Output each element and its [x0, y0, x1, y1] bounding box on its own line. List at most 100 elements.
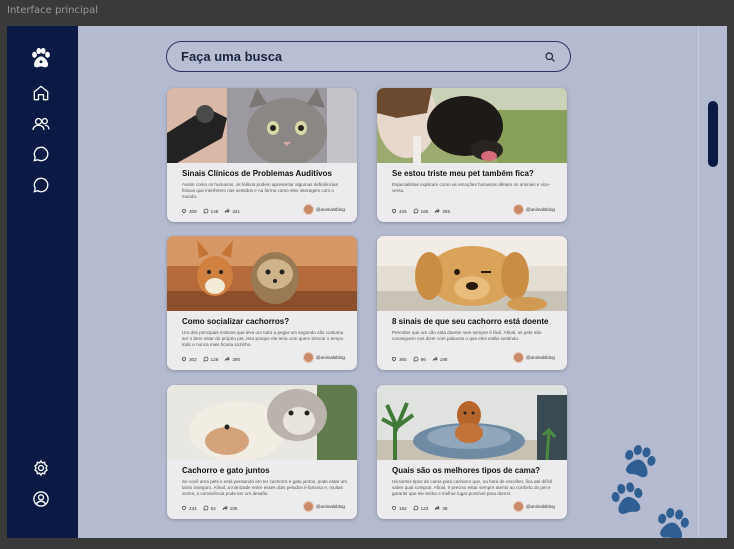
likes-stat[interactable]: 234 — [181, 505, 197, 511]
article-stats: 152 123 38 — [391, 505, 447, 511]
article-title[interactable]: Como socializar cachorros? — [182, 317, 347, 326]
shares-count: 106 — [229, 505, 238, 511]
article-stats: 302 126 390 — [181, 356, 240, 362]
chat-icon[interactable] — [30, 143, 52, 165]
shares-count: 188 — [439, 356, 448, 362]
article-image-woman-dog — [377, 88, 567, 163]
article-excerpt: Assim como os humanos, os felinos podem … — [182, 182, 338, 199]
article-card[interactable]: 8 sinais de que seu cachorro está doente… — [377, 236, 567, 370]
shares-stat[interactable]: 285 — [434, 208, 450, 214]
article-stats: 426 160 285 — [391, 208, 450, 214]
comments-stat[interactable]: 148 — [203, 208, 219, 214]
comments-count: 123 — [420, 505, 429, 511]
likes-stat[interactable]: 309 — [181, 208, 197, 214]
share-icon — [435, 208, 441, 214]
shares-count: 285 — [442, 208, 451, 214]
user-profile-icon[interactable] — [30, 488, 52, 510]
avatar — [512, 501, 524, 512]
article-card[interactable]: Quais são os melhores tipos de cama? Há … — [377, 385, 567, 519]
window-frame: Interface principal Faça uma busca Sinai… — [0, 0, 734, 549]
shares-stat[interactable]: 390 — [224, 356, 240, 362]
share-icon — [435, 505, 441, 511]
window-title: Interface principal — [7, 5, 99, 16]
search-input[interactable] — [181, 49, 544, 64]
likes-count: 309 — [189, 208, 197, 214]
author[interactable]: @animalsblog — [302, 501, 345, 512]
likes-stat[interactable]: 365 — [391, 356, 407, 362]
author-handle: @animalsblog — [315, 504, 345, 509]
article-excerpt: Há tantos tipos de cama para cachorro qu… — [392, 479, 553, 496]
comment-icon — [203, 208, 209, 214]
search-bar[interactable] — [166, 41, 571, 72]
sidebar — [7, 26, 78, 538]
likes-count: 426 — [399, 208, 407, 214]
avatar — [512, 204, 524, 215]
share-icon — [225, 208, 231, 214]
scrollbar-thumb[interactable] — [708, 101, 718, 167]
heart-icon — [391, 506, 397, 511]
article-image-dog-bed — [377, 385, 567, 460]
comments-count: 148 — [210, 208, 219, 214]
comments-count: 126 — [210, 356, 219, 362]
article-image-two-dogs — [167, 236, 357, 311]
share-icon — [222, 505, 228, 511]
comments-stat[interactable]: 126 — [203, 356, 219, 362]
comments-count: 96 — [420, 356, 426, 362]
share-icon — [225, 356, 231, 362]
comments-stat[interactable]: 160 — [413, 208, 429, 214]
shares-stat[interactable]: 188 — [432, 356, 448, 362]
author[interactable]: @animalsblog — [302, 204, 345, 215]
article-title[interactable]: Quais são os melhores tipos de cama? — [392, 466, 557, 475]
comments-count: 160 — [420, 208, 429, 214]
paw-prints-decoration-icon — [611, 445, 689, 538]
shares-stat[interactable]: 106 — [222, 505, 238, 511]
avatar — [302, 352, 314, 363]
likes-stat[interactable]: 302 — [181, 356, 197, 362]
article-title[interactable]: 8 sinais de que seu cachorro está doente — [392, 317, 557, 326]
shares-stat[interactable]: 38 — [434, 505, 447, 511]
comments-stat[interactable]: 96 — [413, 356, 426, 362]
comments-stat[interactable]: 52 — [203, 505, 216, 511]
article-card[interactable]: Como socializar cachorros? Um dos princi… — [167, 236, 357, 370]
author[interactable]: @animalsblog — [512, 501, 555, 512]
article-card[interactable]: Sinais Clínicos de Problemas Auditivos A… — [167, 88, 357, 222]
author-handle: @animalsblog — [315, 207, 345, 212]
heart-icon — [391, 357, 397, 362]
avatar — [302, 501, 314, 512]
article-excerpt: Um dos principais motivos que leva um tu… — [182, 330, 344, 347]
shares-count: 38 — [442, 505, 448, 511]
article-stats: 234 52 106 — [181, 505, 237, 511]
heart-icon — [181, 506, 187, 511]
paw-logo-icon[interactable] — [28, 45, 54, 71]
users-icon[interactable] — [30, 113, 52, 135]
home-icon[interactable] — [30, 82, 52, 104]
article-stats: 309 148 341 — [181, 208, 240, 214]
gear-icon[interactable] — [30, 457, 52, 479]
shares-stat[interactable]: 341 — [224, 208, 240, 214]
shares-count: 341 — [232, 208, 241, 214]
avatar — [512, 352, 524, 363]
article-title[interactable]: Sinais Clínicos de Problemas Auditivos — [182, 169, 347, 178]
author-handle: @animalsblog — [525, 355, 555, 360]
comment-icon — [413, 505, 419, 511]
author[interactable]: @animalsblog — [512, 204, 555, 215]
likes-count: 234 — [189, 505, 197, 511]
likes-count: 302 — [189, 356, 197, 362]
article-card[interactable]: Se estou triste meu pet também fica? Esp… — [377, 88, 567, 222]
shares-count: 390 — [232, 356, 241, 362]
author[interactable]: @animalsblog — [302, 352, 345, 363]
article-title[interactable]: Se estou triste meu pet também fica? — [392, 169, 557, 178]
search-icon[interactable] — [544, 51, 556, 63]
article-image-golden-puppy — [377, 236, 567, 311]
article-image-dog-and-cat — [167, 385, 357, 460]
likes-stat[interactable]: 426 — [391, 208, 407, 214]
message-icon[interactable] — [30, 174, 52, 196]
comment-icon — [413, 356, 419, 362]
article-title[interactable]: Cachorro e gato juntos — [182, 466, 347, 475]
article-card[interactable]: Cachorro e gato juntos Se você ama pets … — [167, 385, 357, 519]
author[interactable]: @animalsblog — [512, 352, 555, 363]
likes-stat[interactable]: 152 — [391, 505, 407, 511]
article-excerpt: Especialistas explicam como as emoções h… — [392, 182, 551, 193]
comments-stat[interactable]: 123 — [413, 505, 429, 511]
likes-count: 152 — [399, 505, 407, 511]
